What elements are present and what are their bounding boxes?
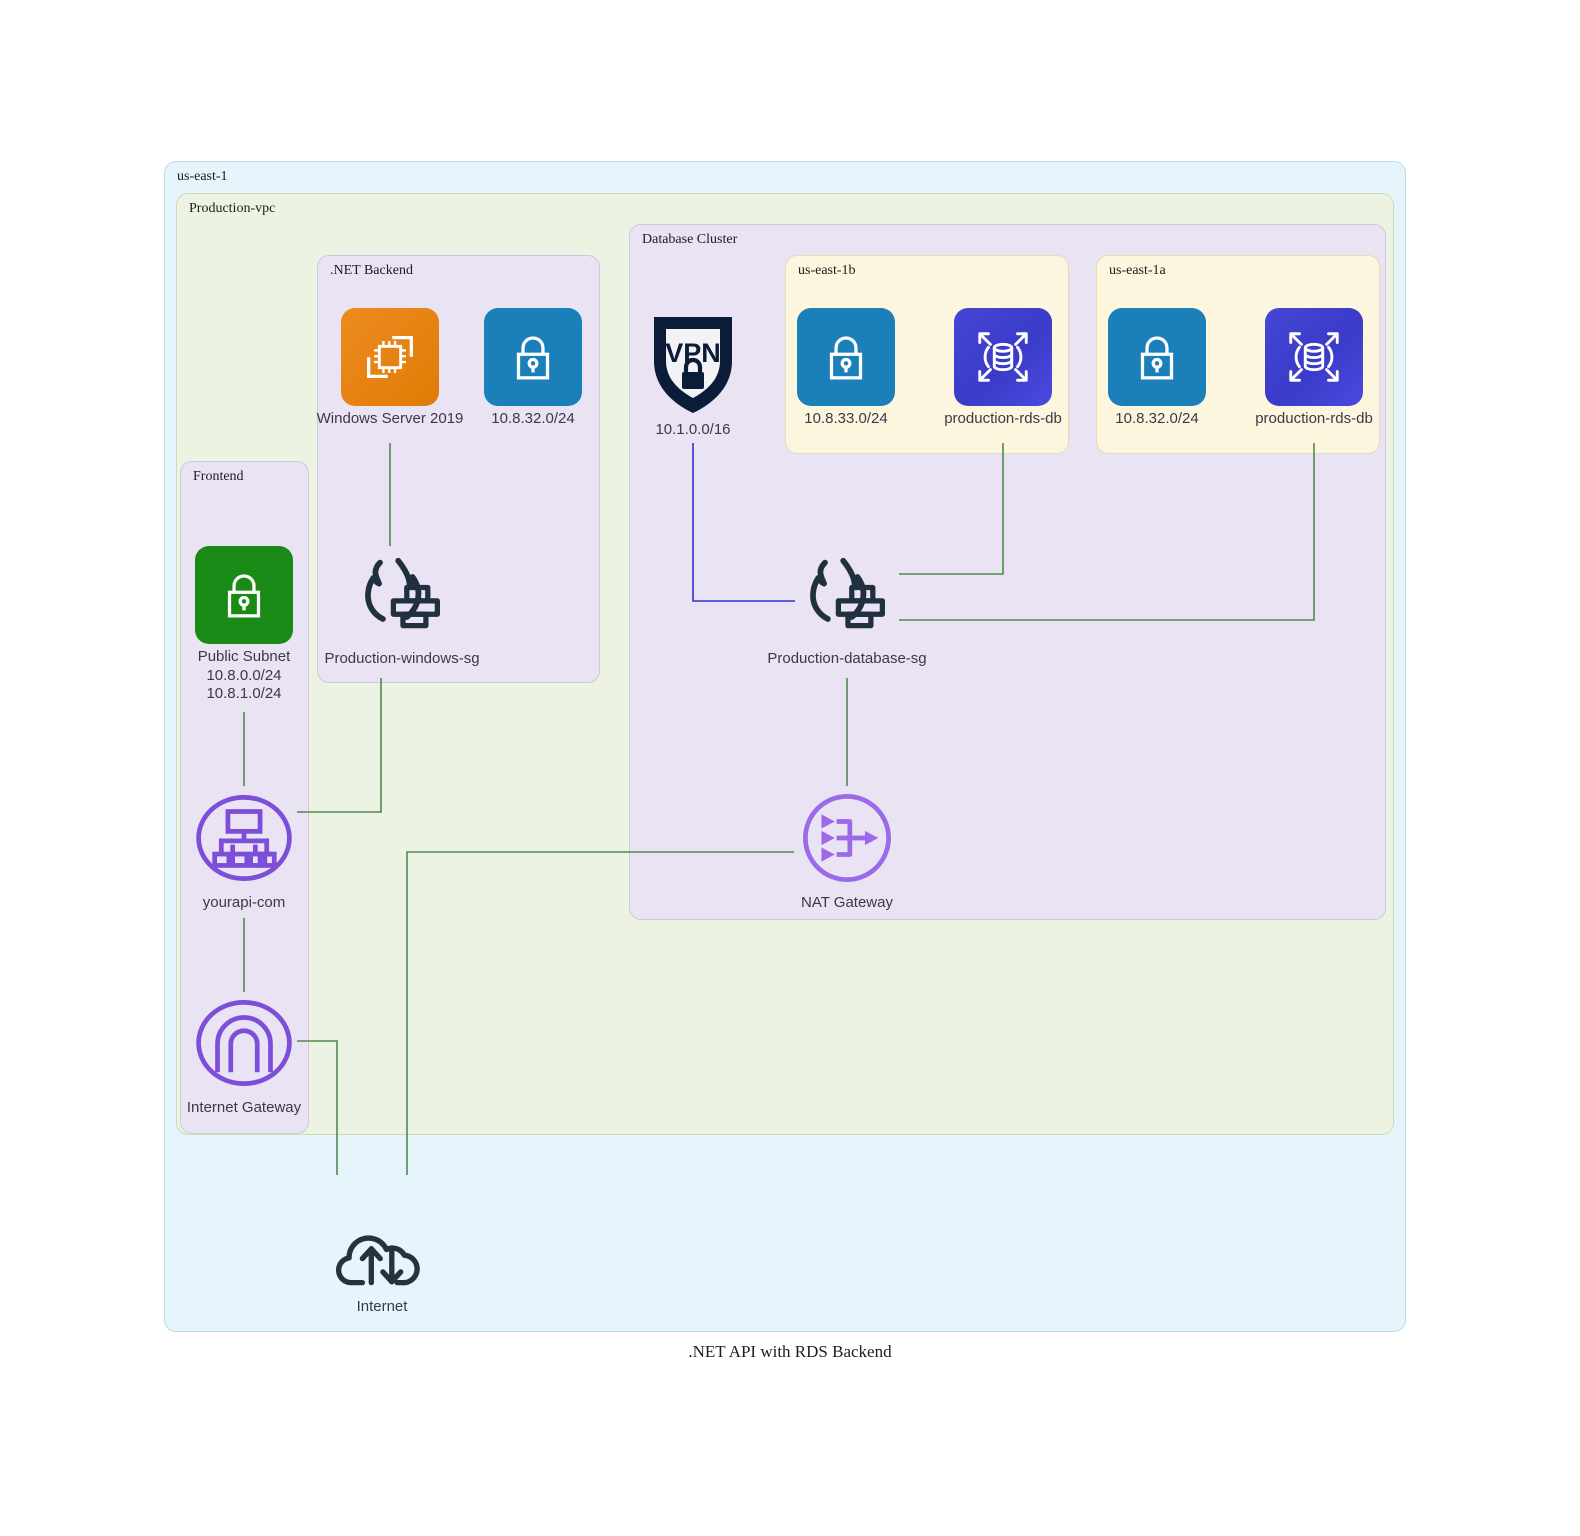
cluster-label-frontend: Frontend bbox=[193, 469, 244, 484]
node-label-database-sg: Production-database-sg bbox=[767, 650, 927, 667]
diagram-canvas: us-east-1 Production-vpc .NET Backend Fr… bbox=[0, 0, 1580, 1536]
internet-gateway-arch-icon bbox=[192, 991, 296, 1095]
node-label-vpn: 10.1.0.0/16 bbox=[655, 421, 731, 438]
subnet-lock-icon bbox=[797, 308, 895, 406]
cluster-label-az-a: us-east-1a bbox=[1109, 263, 1166, 278]
node-az1a-subnet[interactable]: 10.8.32.0/24 bbox=[1108, 308, 1206, 429]
node-label-az1b-subnet: 10.8.33.0/24 bbox=[804, 410, 888, 427]
node-internet[interactable]: Internet bbox=[330, 1216, 434, 1317]
node-windows-server[interactable]: Windows Server 2019 bbox=[317, 308, 463, 429]
cluster-label-vpc: Production-vpc bbox=[189, 201, 276, 216]
vpn-shield-lock-icon: VPN bbox=[644, 305, 742, 417]
svg-text:VPN: VPN bbox=[665, 338, 721, 368]
cluster-label-region: us-east-1 bbox=[177, 169, 228, 184]
cluster-label-dbcluster: Database Cluster bbox=[642, 232, 738, 247]
node-label-windows-sg: Production-windows-sg bbox=[324, 650, 480, 667]
subnet-lock-icon bbox=[484, 308, 582, 406]
subnet-lock-icon bbox=[1108, 308, 1206, 406]
node-label-az1a-rds: production-rds-db bbox=[1255, 410, 1373, 427]
node-label-az1b-rds: production-rds-db bbox=[944, 410, 1062, 427]
node-az1b-rds[interactable]: production-rds-db bbox=[944, 308, 1062, 429]
node-az1a-rds[interactable]: production-rds-db bbox=[1255, 308, 1373, 429]
node-label-backend-subnet: 10.8.32.0/24 bbox=[491, 410, 575, 427]
rds-database-icon bbox=[954, 308, 1052, 406]
internet-cloud-icon bbox=[333, 1216, 431, 1294]
public-subnet-lock-icon bbox=[195, 546, 293, 644]
node-route53-yourapi[interactable]: yourapi-com bbox=[192, 786, 296, 913]
dns-hierarchy-icon bbox=[192, 786, 296, 890]
rds-database-icon bbox=[1265, 308, 1363, 406]
figure-caption: .NET API with RDS Backend bbox=[688, 1342, 892, 1361]
node-label-az1a-subnet: 10.8.32.0/24 bbox=[1115, 410, 1199, 427]
nat-gateway-icon bbox=[795, 786, 899, 890]
cluster-label-az-b: us-east-1b bbox=[798, 263, 856, 278]
node-windows-sg[interactable]: Production-windows-sg bbox=[324, 548, 480, 669]
firewall-icon bbox=[353, 548, 451, 646]
node-backend-subnet[interactable]: 10.8.32.0/24 bbox=[484, 308, 582, 429]
node-label-public-subnet: Public Subnet 10.8.0.0/24 10.8.1.0/24 bbox=[197, 648, 291, 703]
cluster-label-backend: .NET Backend bbox=[330, 263, 413, 278]
firewall-icon bbox=[798, 548, 896, 646]
node-label-windows-server: Windows Server 2019 bbox=[316, 410, 464, 427]
node-vpn[interactable]: VPN 10.1.0.0/16 bbox=[641, 305, 745, 440]
node-label-nat-gateway: NAT Gateway bbox=[801, 894, 893, 911]
node-label-route53-yourapi: yourapi-com bbox=[202, 894, 286, 911]
node-internet-gateway[interactable]: Internet Gateway bbox=[187, 991, 301, 1118]
node-label-internet: Internet bbox=[356, 1298, 408, 1315]
node-public-subnet[interactable]: Public Subnet 10.8.0.0/24 10.8.1.0/24 bbox=[195, 546, 293, 704]
node-database-sg[interactable]: Production-database-sg bbox=[767, 548, 927, 669]
node-nat-gateway[interactable]: NAT Gateway bbox=[795, 786, 899, 913]
node-az1b-subnet[interactable]: 10.8.33.0/24 bbox=[797, 308, 895, 429]
node-label-internet-gateway: Internet Gateway bbox=[186, 1099, 302, 1116]
ec2-instance-icon bbox=[341, 308, 439, 406]
